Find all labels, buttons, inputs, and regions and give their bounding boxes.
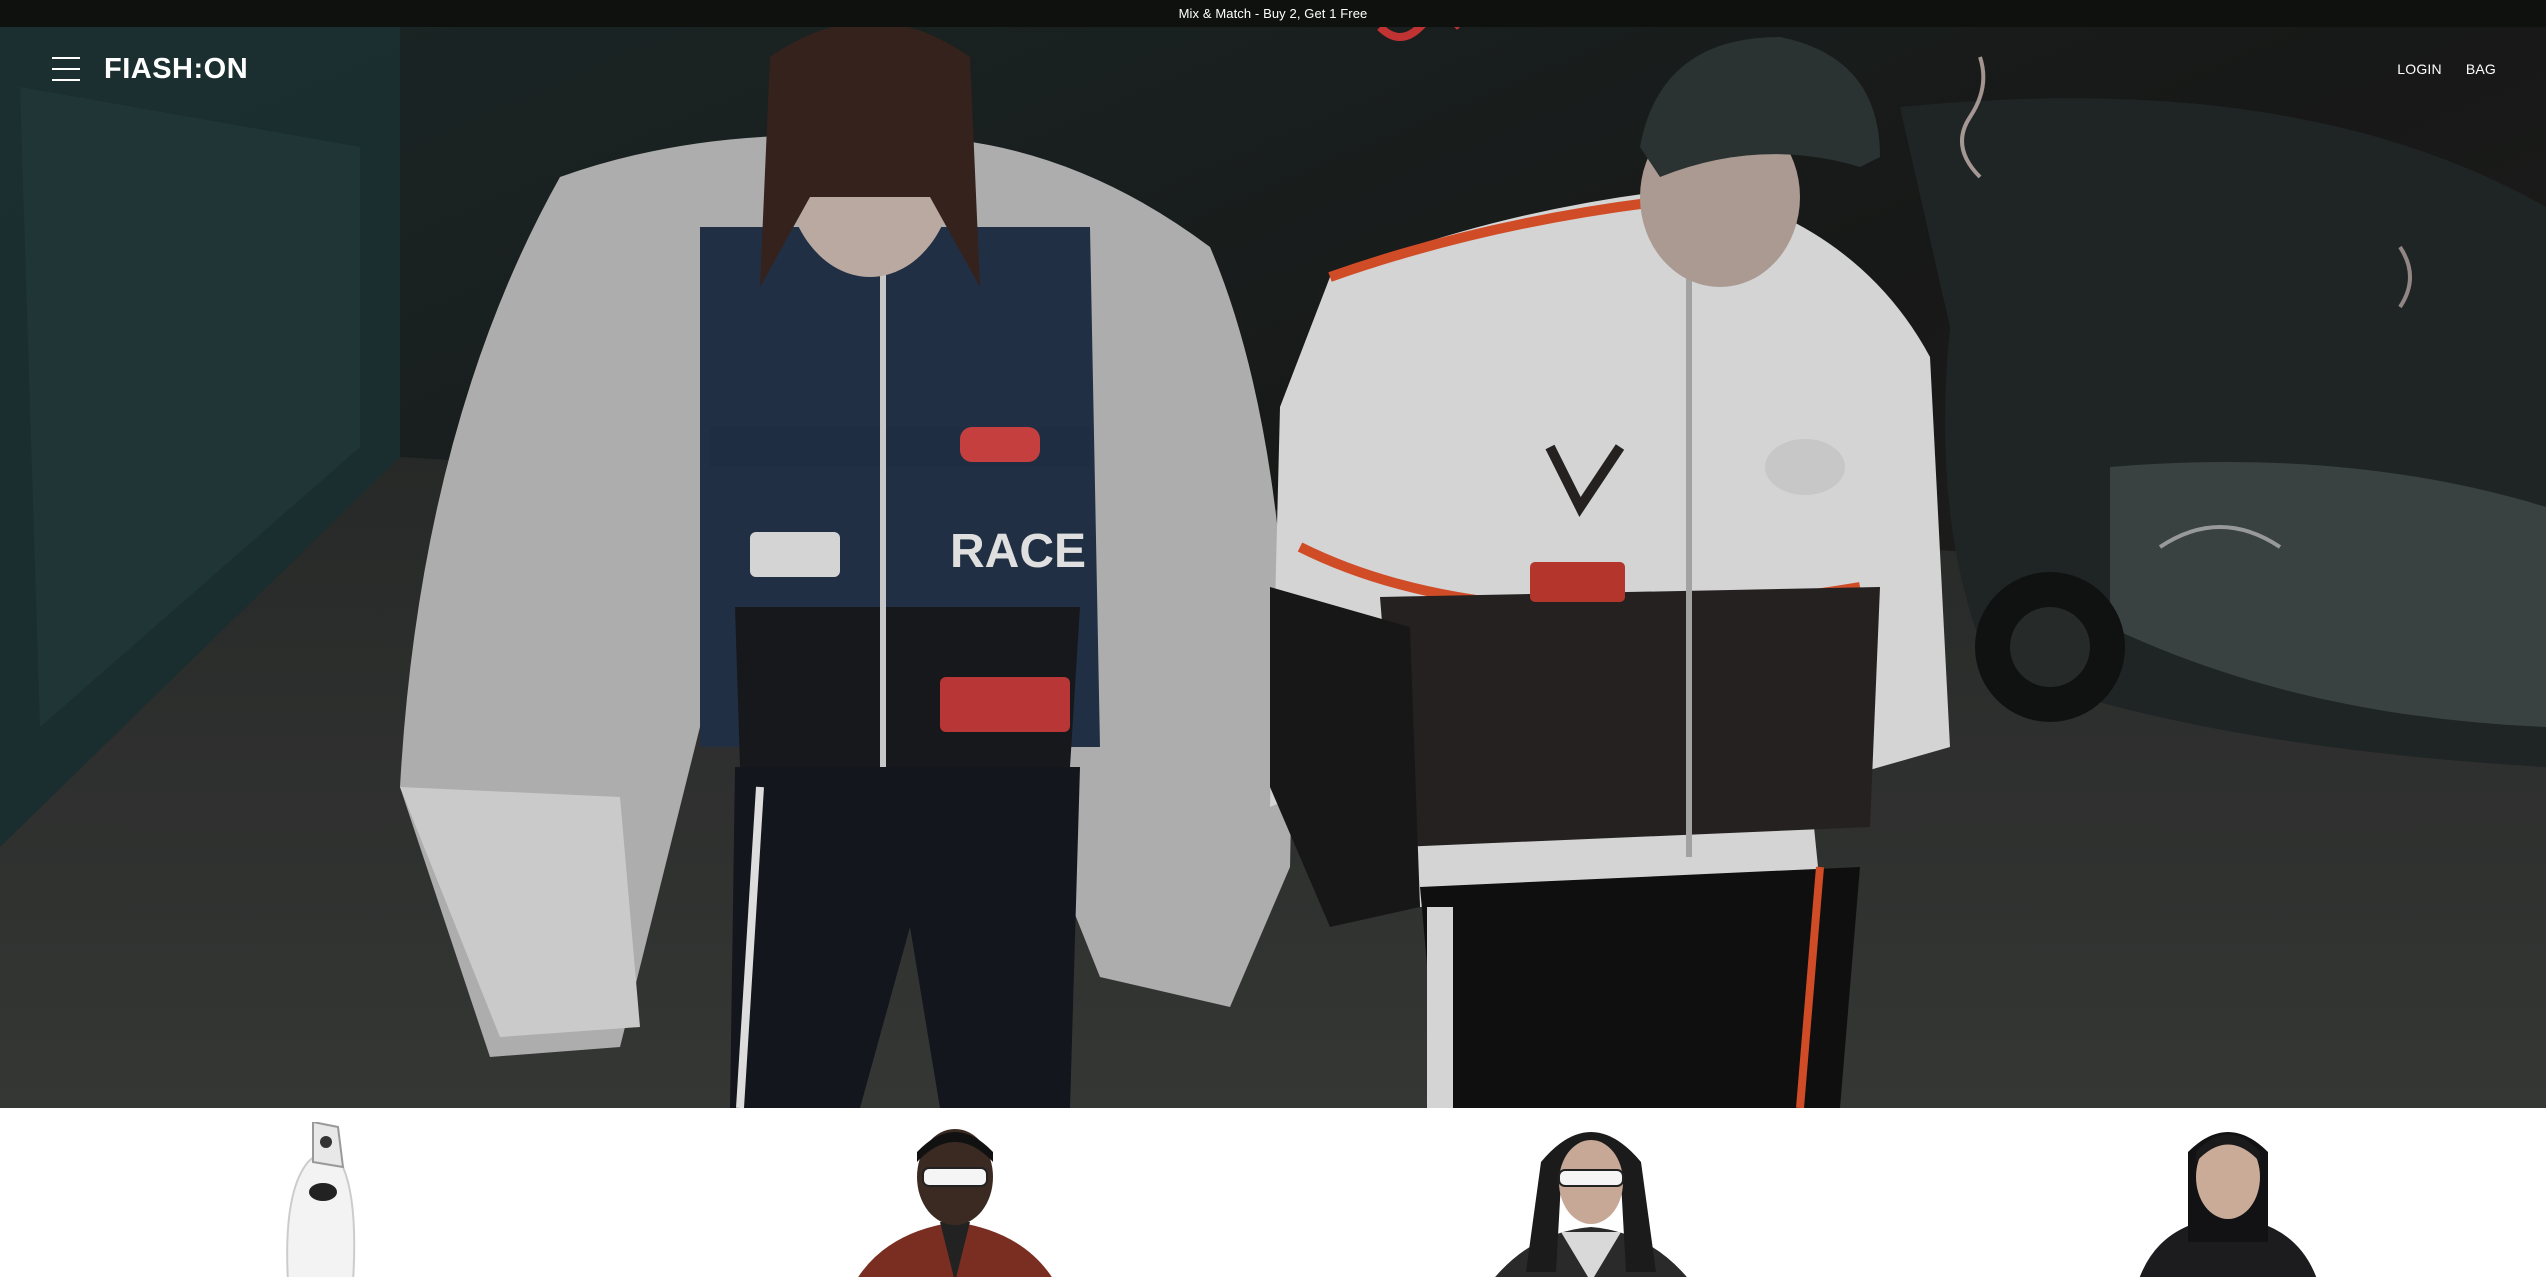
product-strip [0,1108,2546,1277]
hero-photo: RACE [0,27,2546,1108]
product-card-1[interactable] [0,1108,637,1277]
product-card-4[interactable] [1910,1108,2546,1277]
promo-banner[interactable]: Mix & Match - Buy 2, Get 1 Free [0,0,2546,27]
product-card-3[interactable] [1273,1108,1910,1277]
hero-image[interactable]: RACE [0,27,2546,1108]
product-image-varsity [858,1129,1052,1277]
promo-text: Mix & Match - Buy 2, Get 1 Free [1178,6,1368,21]
site-header: FIASH:ON LOGIN BAG [0,27,2546,111]
hamburger-menu-icon[interactable] [52,57,80,81]
product-card-2[interactable] [637,1108,1274,1277]
product-image-black-hoodie [2139,1132,2316,1277]
product-image-balaclava [286,1122,356,1277]
brand-logo[interactable]: FIASH:ON [104,53,248,86]
header-nav: LOGIN BAG [2397,61,2496,77]
product-image-grey-jacket [1495,1132,1687,1277]
bag-link[interactable]: BAG [2466,61,2496,77]
login-link[interactable]: LOGIN [2397,61,2442,77]
